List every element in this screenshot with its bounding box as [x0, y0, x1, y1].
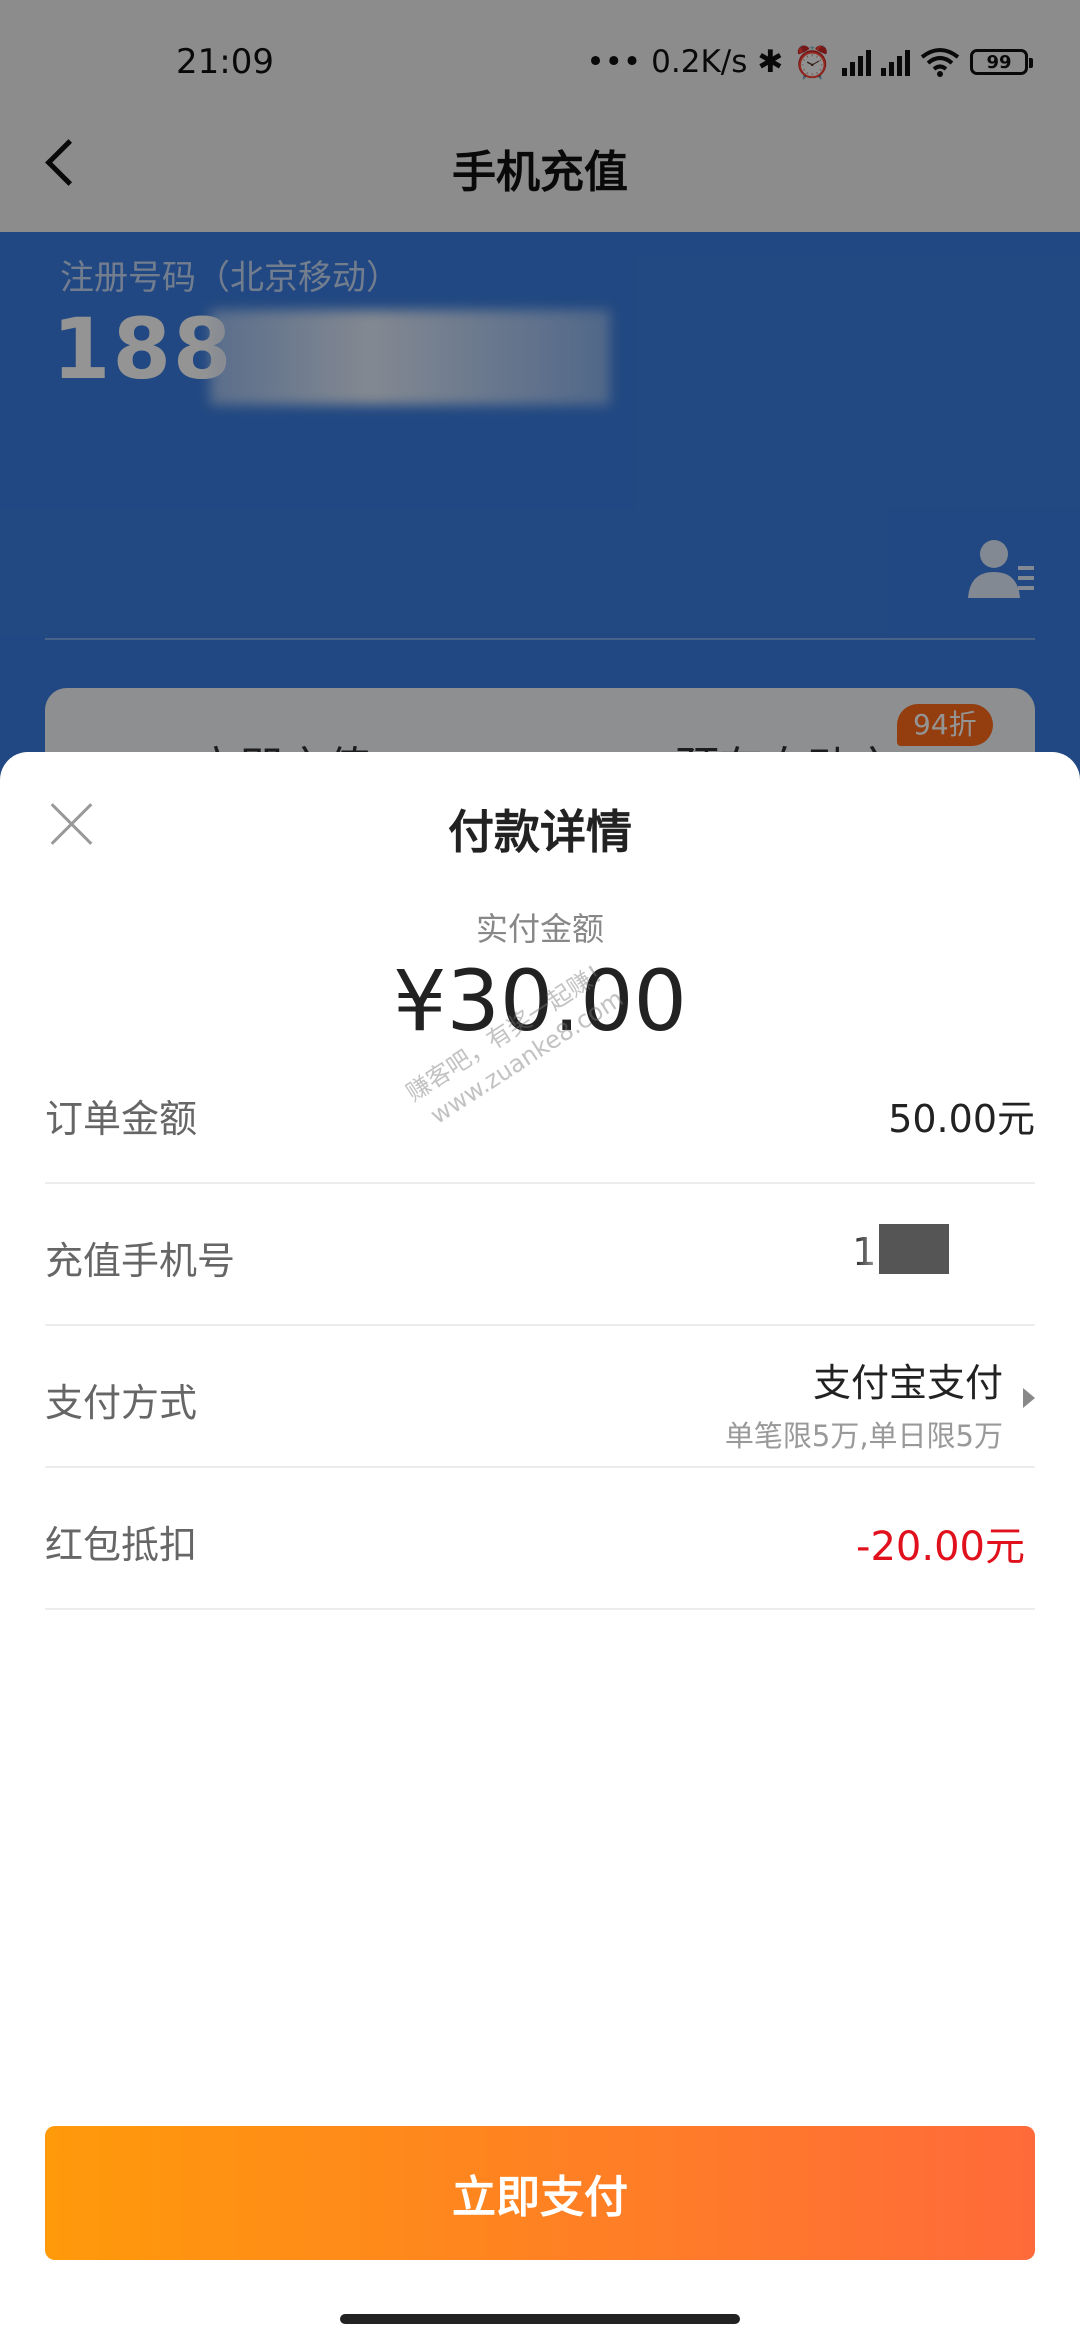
payment-method-value: 支付宝支付 — [812, 1361, 1003, 1405]
payment-details-sheet: 付款详情 实付金额 ¥30.00 订单金额 50.00元 充值手机号 1880 … — [0, 752, 1080, 2340]
phone-label: 充值手机号 — [45, 1239, 236, 1283]
payment-method-label: 支付方式 — [45, 1381, 198, 1425]
payment-limit-note: 单笔限5万,单日限5万 — [724, 1419, 1003, 1453]
phone-redaction — [879, 1224, 949, 1274]
red-packet-value: -20.00元 — [856, 1524, 1025, 1570]
sheet-title: 付款详情 — [448, 805, 632, 859]
order-amount-label: 订单金额 — [45, 1097, 198, 1141]
payment-method-info: 支付宝支付 单笔限5万,单日限5万 — [725, 1352, 1003, 1455]
paid-amount-label: 实付金额 — [475, 910, 604, 948]
order-amount-value: 50.00元 — [888, 1097, 1035, 1141]
red-packet-row: 红包抵扣 -20.00元 — [45, 1468, 1035, 1610]
pay-now-button[interactable]: 立即支付 — [45, 2126, 1035, 2260]
home-indicator — [340, 2314, 740, 2324]
red-packet-label: 红包抵扣 — [45, 1523, 198, 1567]
payment-method-row[interactable]: 支付方式 支付宝支付 单笔限5万,单日限5万 — [45, 1326, 1035, 1468]
phone-row: 充值手机号 1880 — [45, 1184, 1035, 1326]
chevron-right-icon — [1023, 1388, 1035, 1408]
